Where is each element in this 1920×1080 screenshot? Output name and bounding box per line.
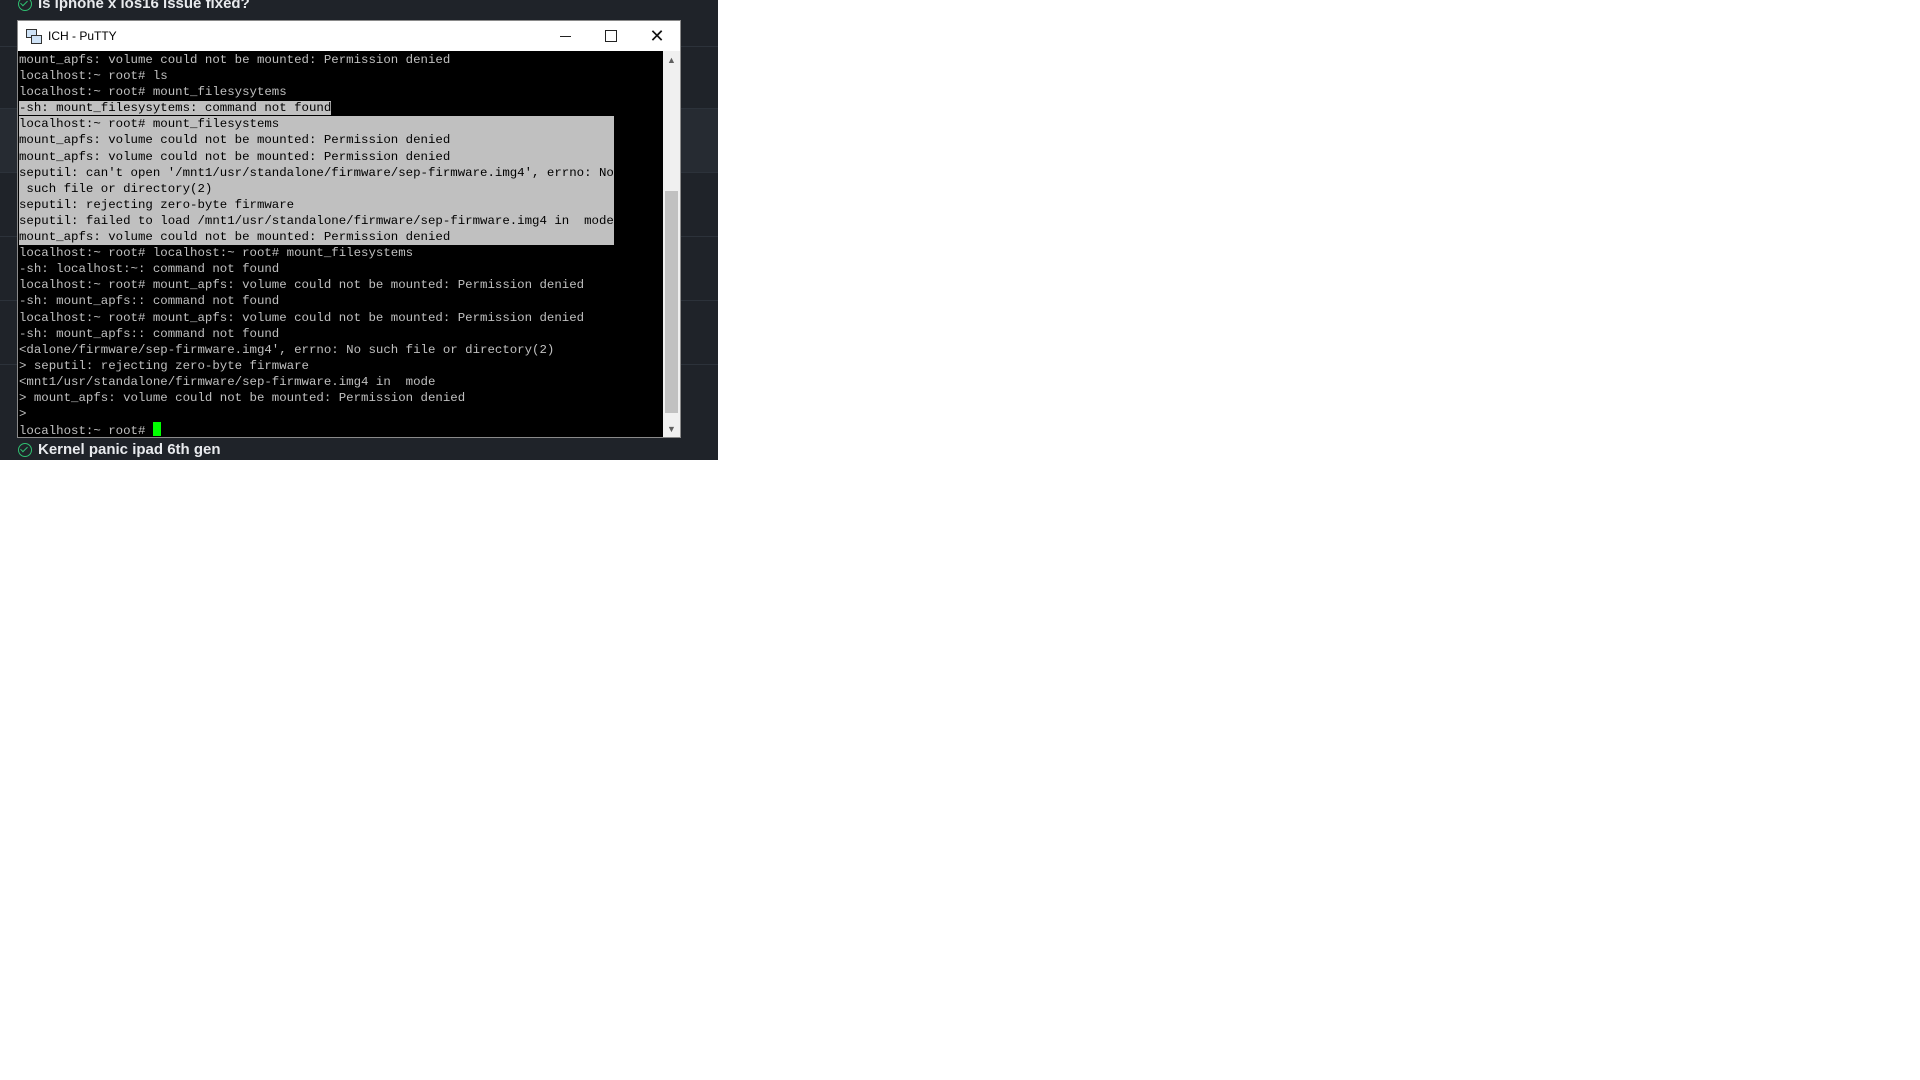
maximize-icon — [605, 30, 617, 42]
thread-title[interactable]: Is iphone x ios16 issue fixed? — [38, 0, 250, 12]
terminal-line: localhost:~ root# mount_filesystems — [19, 116, 614, 133]
minimize-button[interactable] — [542, 21, 588, 51]
terminal-line: seputil: failed to load /mnt1/usr/standa… — [19, 212, 614, 230]
title-bar[interactable]: ICH - PuTTY ✕ — [18, 21, 680, 51]
terminal-line: localhost:~ root# — [19, 422, 614, 437]
terminal-line: > — [19, 407, 27, 422]
terminal-line: seputil: can't open '/mnt1/usr/standalon… — [19, 164, 614, 181]
chevron-up-icon: ▲ — [667, 54, 676, 65]
terminal-line: mount_apfs: volume could not be mounted:… — [19, 229, 614, 246]
thread-link[interactable]: Kernel panic ipad 6th gen — [18, 441, 221, 458]
terminal-line: > seputil: rejecting zero-byte firmware — [19, 358, 309, 373]
chevron-down-icon: ▼ — [667, 423, 676, 434]
selected-text: -sh: mount_filesysytems: command not fou… — [19, 101, 332, 116]
terminal-line: > mount_apfs: volume could not be mounte… — [19, 390, 466, 405]
window-title: ICH - PuTTY — [48, 29, 117, 43]
close-button[interactable]: ✕ — [634, 21, 680, 51]
terminal-line: mount_apfs: volume could not be mounted:… — [19, 132, 614, 149]
terminal-output[interactable]: mount_apfs: volume could not be mounted:… — [18, 51, 664, 437]
terminal-line: mount_apfs: volume could not be mounted:… — [19, 53, 451, 67]
terminal-line: such file or directory(2) — [19, 180, 614, 197]
putty-icon[interactable] — [26, 28, 42, 44]
maximize-button[interactable] — [588, 21, 634, 51]
terminal-line: localhost:~ root# ls — [19, 69, 168, 84]
putty-window[interactable]: ICH - PuTTY ✕ mount_apfs: volume could n… — [17, 20, 681, 438]
terminal-line: mount_apfs: volume could not be mounted:… — [19, 148, 614, 165]
terminal-line: -sh: mount_apfs:: command not found — [19, 294, 280, 309]
terminal-lines: mount_apfs: volume could not be mounted:… — [19, 52, 614, 437]
thread-title[interactable]: Kernel panic ipad 6th gen — [38, 441, 221, 458]
close-icon: ✕ — [649, 26, 665, 46]
scroll-up-button[interactable]: ▲ — [663, 51, 680, 68]
terminal-line: -sh: localhost:~: command not found — [19, 262, 280, 277]
terminal-line: <dalone/firmware/sep-firmware.img4', err… — [19, 342, 555, 357]
terminal-line: localhost:~ root# localhost:~ root# moun… — [19, 246, 414, 261]
terminal-line: localhost:~ root# mount_apfs: volume cou… — [19, 310, 585, 325]
terminal-line: -sh: mount_apfs:: command not found — [19, 326, 280, 341]
scroll-down-button[interactable]: ▼ — [663, 420, 680, 437]
terminal-line: localhost:~ root# mount_filesysytems — [19, 85, 287, 100]
minimize-icon — [559, 35, 571, 37]
terminal-cursor — [152, 422, 161, 437]
terminal-line: <mnt1/usr/standalone/firmware/sep-firmwa… — [19, 374, 436, 389]
vertical-scrollbar[interactable]: ▲ ▼ — [663, 51, 680, 437]
scroll-thumb[interactable] — [665, 191, 678, 413]
check-circle-icon — [18, 0, 32, 11]
check-circle-icon — [18, 442, 32, 457]
terminal-line: seputil: rejecting zero-byte firmware — [19, 196, 614, 213]
terminal-line: localhost:~ root# mount_apfs: volume cou… — [19, 278, 585, 293]
window-controls: ✕ — [542, 21, 680, 51]
thread-link[interactable]: Is iphone x ios16 issue fixed? — [18, 0, 250, 12]
terminal-line: -sh: mount_filesysytems: command not fou… — [19, 100, 614, 116]
